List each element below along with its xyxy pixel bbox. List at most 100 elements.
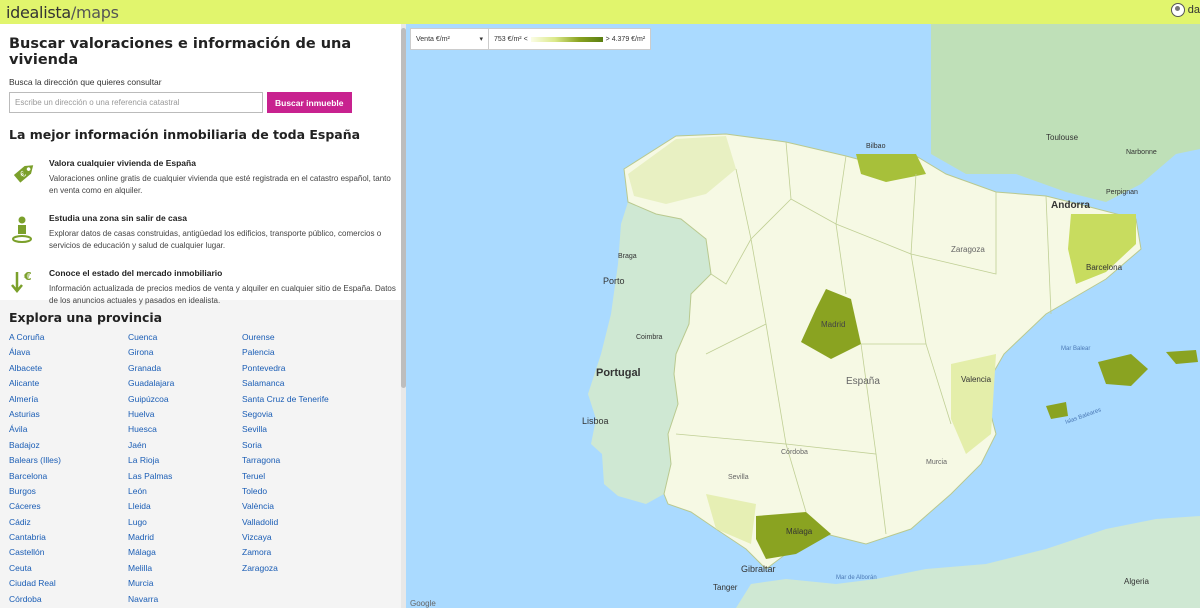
map-label: Valencia: [961, 375, 992, 384]
search-section: Buscar valoraciones e información de una…: [0, 24, 405, 305]
france-land: [931, 24, 1200, 202]
feature-title: Estudia una zona sin salir de casa: [49, 213, 187, 223]
province-link[interactable]: Alicante: [9, 376, 128, 391]
price-range: 753 €/m² < > 4.379 €/m²: [489, 36, 650, 43]
province-link[interactable]: Girona: [128, 345, 242, 360]
province-link[interactable]: Jaén: [128, 438, 242, 453]
search-label: Busca la dirección que quieres consultar: [9, 77, 162, 87]
province-link[interactable]: Álava: [9, 345, 128, 360]
province-link[interactable]: Cuenca: [128, 330, 242, 345]
province-link[interactable]: Lleida: [128, 499, 242, 514]
map-label: Perpignan: [1106, 189, 1138, 196]
map-label: Málaga: [786, 527, 813, 536]
province-link[interactable]: Pontevedra: [242, 361, 362, 376]
province-link[interactable]: A Coruña: [9, 330, 128, 345]
province-link[interactable]: València: [242, 499, 362, 514]
province-link[interactable]: Balears (Illes): [9, 453, 128, 468]
province-link[interactable]: Melilla: [128, 561, 242, 576]
map-label: Zaragoza: [951, 245, 985, 254]
province-link[interactable]: Salamanca: [242, 376, 362, 391]
map-label: Tanger: [713, 583, 738, 592]
province-link[interactable]: Segovia: [242, 407, 362, 422]
province-link[interactable]: León: [128, 484, 242, 499]
province-link[interactable]: Palencia: [242, 345, 362, 360]
map-view[interactable]: Toulouse Andorra Barcelona Zaragoza Madr…: [406, 24, 1200, 608]
feature-market: € Conoce el estado del mercado inmobilia…: [9, 268, 396, 307]
map-label: Bilbao: [866, 143, 886, 150]
province-link[interactable]: Teruel: [242, 469, 362, 484]
province-link[interactable]: Castellón: [9, 545, 128, 560]
map-canvas[interactable]: Toulouse Andorra Barcelona Zaragoza Madr…: [406, 24, 1200, 608]
map-label: Islas Baleares: [1065, 407, 1102, 426]
province-link[interactable]: Ciudad Real: [9, 576, 128, 591]
left-panel: Buscar valoraciones e información de una…: [0, 24, 405, 608]
province-link[interactable]: Guadalajara: [128, 376, 242, 391]
province-link[interactable]: Toledo: [242, 484, 362, 499]
price-type-select[interactable]: Venta €/m² ▾: [411, 29, 489, 49]
search-row: Buscar inmueble: [9, 92, 396, 113]
province-link[interactable]: Navarra: [128, 592, 242, 607]
legend-max: > 4.379 €/m²: [605, 35, 646, 43]
search-property-button[interactable]: Buscar inmueble: [267, 92, 352, 113]
map-label: Gibraltar: [741, 564, 776, 574]
province-link[interactable]: Granada: [128, 361, 242, 376]
map-label: Andorra: [1051, 200, 1090, 211]
province-link[interactable]: Soria: [242, 438, 362, 453]
map-label: Porto: [603, 276, 625, 286]
province-link[interactable]: Badajoz: [9, 438, 128, 453]
province-link[interactable]: Albacete: [9, 361, 128, 376]
price-legend: Venta €/m² ▾ 753 €/m² < > 4.379 €/m²: [410, 28, 652, 50]
province-link[interactable]: Lugo: [128, 515, 242, 530]
province-link[interactable]: Burgos: [9, 484, 128, 499]
user-menu[interactable]: da: [1170, 3, 1200, 17]
province-link[interactable]: Vizcaya: [242, 530, 362, 545]
map-label: Portugal: [596, 367, 641, 379]
province-link[interactable]: Zaragoza: [242, 561, 362, 576]
province-link[interactable]: Asturias: [9, 407, 128, 422]
map-label: Madrid: [821, 320, 845, 329]
province-link[interactable]: Cádiz: [9, 515, 128, 530]
map-label: Braga: [618, 253, 637, 260]
address-search-input[interactable]: [9, 92, 263, 113]
province-link[interactable]: Almería: [9, 392, 128, 407]
info-title: La mejor información inmobiliaria de tod…: [9, 127, 361, 142]
province-link[interactable]: Ourense: [242, 330, 362, 345]
map-label: Lisboa: [582, 416, 609, 426]
svg-text:€: €: [23, 270, 32, 283]
feature-text: Explorar datos de casas construidas, ant…: [49, 229, 382, 250]
feature-text: Valoraciones online gratis de cualquier …: [49, 174, 391, 195]
user-avatar-icon: [1170, 3, 1185, 17]
province-link[interactable]: Málaga: [128, 545, 242, 560]
province-link[interactable]: La Rioja: [128, 453, 242, 468]
provinces-title: Explora una provincia: [9, 310, 163, 325]
feature-text: Información actualizada de precios medio…: [49, 284, 396, 305]
province-link[interactable]: Ávila: [9, 422, 128, 437]
map-label: Sevilla: [728, 474, 749, 481]
province-link[interactable]: Huelva: [128, 407, 242, 422]
province-link[interactable]: Cantabria: [9, 530, 128, 545]
province-link[interactable]: Guipúzcoa: [128, 392, 242, 407]
legend-min: 753 €/m² <: [494, 35, 528, 43]
province-link[interactable]: Sevilla: [242, 422, 362, 437]
feature-area: Estudia una zona sin salir de casa Explo…: [9, 213, 396, 252]
map-label: Coimbra: [636, 334, 663, 341]
map-label: Toulouse: [1046, 133, 1079, 142]
province-link[interactable]: Santa Cruz de Tenerife: [242, 392, 362, 407]
menorca: [1166, 350, 1198, 364]
person-pin-icon: [9, 213, 49, 252]
province-link[interactable]: Murcia: [128, 576, 242, 591]
province-link[interactable]: Zamora: [242, 545, 362, 560]
province-link[interactable]: Tarragona: [242, 453, 362, 468]
province-link[interactable]: Madrid: [128, 530, 242, 545]
search-title: Buscar valoraciones e información de una…: [9, 36, 352, 68]
province-link[interactable]: Cáceres: [9, 499, 128, 514]
province-link[interactable]: Ceuta: [9, 561, 128, 576]
idealista-maps-logo[interactable]: idealista/maps: [6, 3, 119, 22]
province-link[interactable]: Barcelona: [9, 469, 128, 484]
feature-title: Conoce el estado del mercado inmobiliari…: [49, 268, 223, 278]
province-link[interactable]: Huesca: [128, 422, 242, 437]
province-link[interactable]: Las Palmas: [128, 469, 242, 484]
province-link[interactable]: Córdoba: [9, 592, 128, 607]
euro-trend-icon: €: [9, 268, 49, 307]
province-link[interactable]: Valladolid: [242, 515, 362, 530]
